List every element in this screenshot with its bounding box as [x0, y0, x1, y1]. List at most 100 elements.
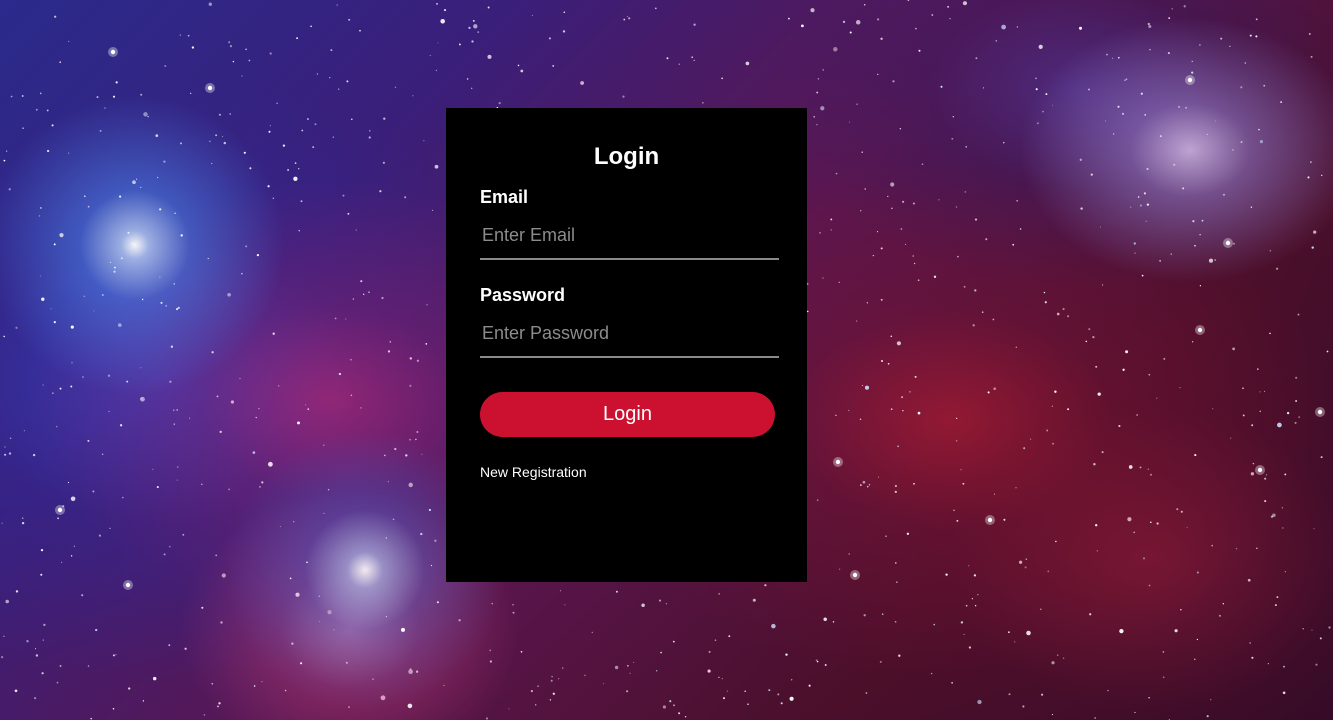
star — [963, 285, 966, 288]
star — [1149, 48, 1151, 51]
star — [95, 628, 98, 632]
star — [849, 31, 852, 34]
star — [1313, 230, 1317, 234]
star — [1133, 242, 1136, 245]
star — [633, 661, 635, 663]
email-input[interactable] — [480, 212, 779, 260]
star — [591, 631, 594, 634]
star — [220, 621, 223, 624]
star — [1194, 658, 1196, 660]
star — [245, 245, 248, 248]
star — [891, 207, 893, 209]
star — [92, 490, 95, 493]
star — [1191, 60, 1193, 62]
star — [861, 151, 863, 153]
star — [963, 633, 965, 635]
star — [101, 453, 104, 456]
star — [327, 610, 332, 615]
star — [90, 717, 93, 720]
star — [40, 207, 42, 209]
star — [1092, 335, 1095, 339]
star — [99, 129, 102, 132]
star — [1170, 253, 1173, 255]
star — [208, 2, 212, 6]
star — [977, 699, 982, 705]
star — [859, 418, 862, 421]
star — [902, 200, 905, 203]
star — [938, 199, 940, 201]
star — [902, 410, 904, 412]
star — [1107, 689, 1109, 692]
star — [952, 116, 954, 118]
star — [405, 454, 408, 457]
password-input[interactable] — [480, 310, 779, 358]
star — [82, 376, 84, 378]
star — [856, 103, 858, 105]
star — [164, 64, 167, 68]
star — [278, 385, 280, 387]
star — [658, 599, 662, 602]
star — [56, 426, 58, 428]
star — [1137, 196, 1140, 198]
star — [656, 670, 658, 672]
star — [211, 351, 214, 354]
star — [972, 324, 975, 327]
star — [404, 196, 407, 199]
star — [876, 231, 879, 233]
star — [5, 599, 9, 604]
star — [1185, 107, 1187, 109]
star — [1095, 524, 1098, 527]
star — [350, 394, 353, 397]
star — [678, 712, 681, 715]
star — [117, 323, 122, 327]
star — [880, 247, 883, 250]
star — [112, 95, 116, 98]
login-card: Login Email Password Login New Registrat… — [446, 108, 807, 582]
star — [15, 590, 19, 593]
star — [1125, 78, 1128, 81]
star — [531, 14, 533, 16]
star — [416, 359, 420, 362]
star — [564, 604, 566, 606]
star — [1264, 500, 1267, 503]
star — [1156, 522, 1159, 525]
star — [918, 49, 921, 52]
star — [890, 182, 895, 187]
star — [877, 73, 879, 76]
star — [678, 63, 681, 65]
star — [1130, 206, 1132, 208]
star — [508, 708, 510, 710]
new-registration-link[interactable]: New Registration — [480, 464, 587, 480]
star — [26, 640, 29, 643]
star — [191, 46, 195, 49]
star — [1192, 220, 1195, 223]
star — [409, 668, 412, 671]
star — [614, 665, 619, 670]
star — [1232, 149, 1234, 151]
star — [1176, 508, 1179, 511]
star — [14, 689, 18, 693]
login-button[interactable]: Login — [480, 392, 775, 437]
star — [1036, 122, 1039, 125]
star — [203, 714, 206, 716]
star — [981, 311, 984, 313]
star — [21, 517, 24, 519]
star — [473, 24, 478, 29]
star — [872, 254, 875, 257]
star — [323, 512, 325, 514]
star — [5, 150, 8, 152]
star — [723, 697, 725, 700]
star — [835, 172, 838, 175]
star — [68, 152, 70, 154]
star — [537, 685, 539, 687]
star — [1143, 557, 1145, 560]
star — [41, 297, 45, 301]
star — [300, 200, 303, 203]
star — [1308, 32, 1311, 35]
star — [1214, 120, 1216, 122]
star — [333, 629, 335, 631]
star — [163, 160, 166, 163]
star — [239, 377, 241, 380]
star — [1174, 629, 1178, 633]
star — [985, 238, 988, 241]
